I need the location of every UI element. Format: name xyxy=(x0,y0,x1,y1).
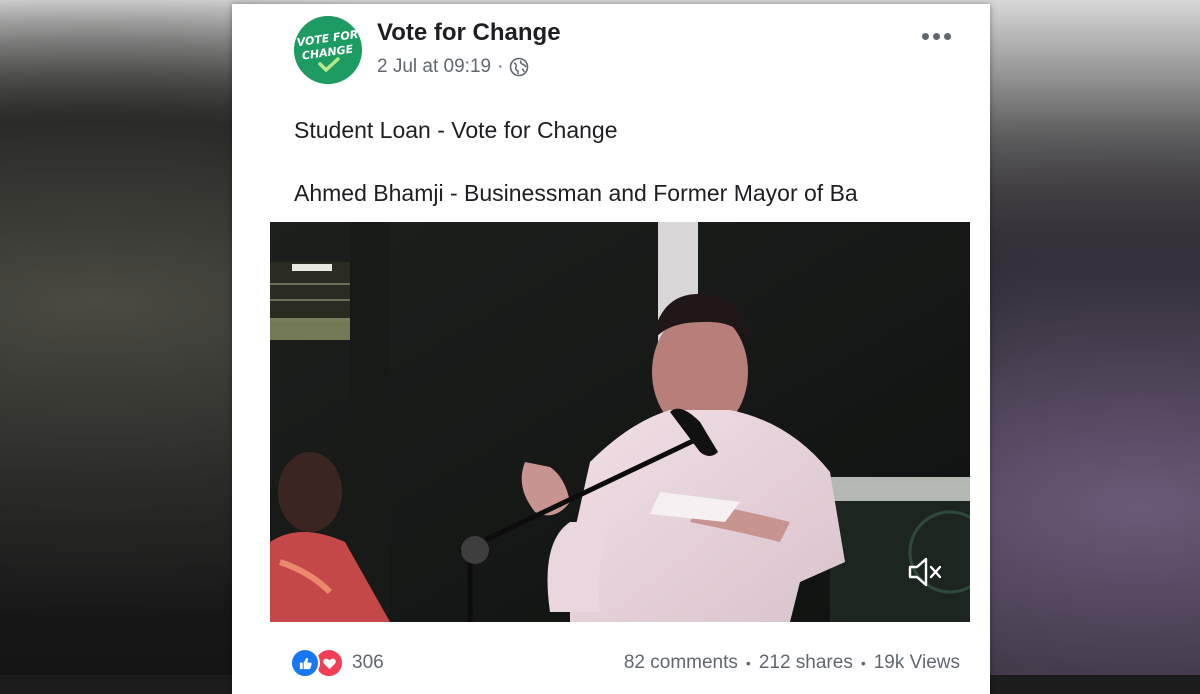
video-frame xyxy=(270,222,970,622)
comments-count[interactable]: 82 comments xyxy=(624,652,738,674)
reaction-count: 306 xyxy=(352,652,384,673)
reactions-summary[interactable]: 306 xyxy=(290,648,384,678)
post-text-line-1: Student Loan - Vote for Change xyxy=(294,117,618,143)
stats-separator: • xyxy=(860,655,866,671)
meta-separator: · xyxy=(497,56,504,77)
like-icon xyxy=(290,648,320,678)
facebook-post: VOTE FOR CHANGE Vote for Change 2 Jul at… xyxy=(232,4,990,694)
globe-icon[interactable] xyxy=(509,57,529,77)
more-options-icon[interactable] xyxy=(918,24,954,48)
post-meta: 2 Jul at 09:19 · xyxy=(377,56,529,78)
page-name[interactable]: Vote for Change xyxy=(377,19,561,47)
post-timestamp[interactable]: 2 Jul at 09:19 xyxy=(377,56,491,78)
vote-for-change-logo: VOTE FOR CHANGE xyxy=(294,16,362,84)
views-count: 19k Views xyxy=(873,652,960,673)
stats-separator: • xyxy=(745,655,751,671)
shares-count[interactable]: 212 shares xyxy=(759,652,853,674)
engagement-stats: 82 comments • 212 shares • 19k Views xyxy=(624,652,960,674)
video-player[interactable] xyxy=(270,222,970,622)
page-avatar[interactable]: VOTE FOR CHANGE xyxy=(294,16,362,84)
muted-speaker-icon[interactable] xyxy=(904,552,944,592)
post-text-line-2: Ahmed Bhamji - Businessman and Former Ma… xyxy=(294,180,858,206)
